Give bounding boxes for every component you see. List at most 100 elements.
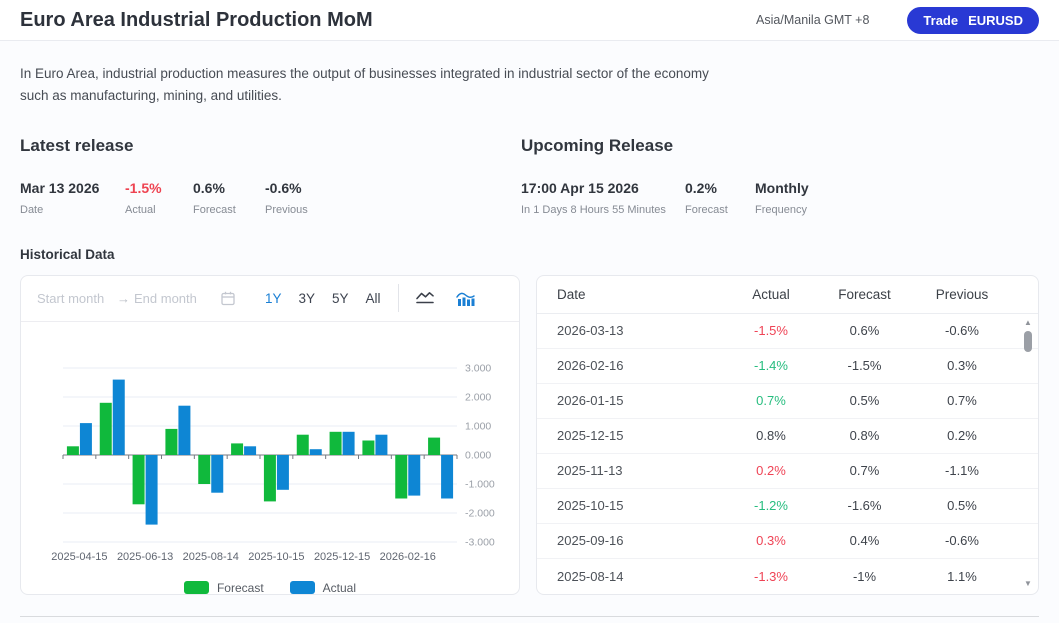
bar-actual-2026-03-13[interactable] [441, 455, 453, 499]
y-tick-label: -3.000 [465, 536, 495, 548]
table-row: 2025-10-15-1.2%-1.6%0.5% [537, 489, 1038, 524]
end-month-input[interactable] [134, 291, 214, 306]
legend-item-forecast[interactable]: Forecast [184, 581, 264, 595]
row-previous: -0.6% [912, 323, 1012, 338]
start-month-input[interactable] [37, 291, 117, 306]
range-button-1y[interactable]: 1Y [264, 289, 283, 308]
calendar-icon[interactable] [220, 290, 236, 306]
latest-date-label: Date [20, 204, 125, 216]
legend-item-actual[interactable]: Actual [290, 581, 356, 595]
range-button-3y[interactable]: 3Y [298, 289, 317, 308]
bar-actual-2026-02-16[interactable] [408, 455, 420, 496]
row-forecast: 0.4% [817, 533, 912, 548]
bar-actual-2025-12-15[interactable] [343, 432, 355, 455]
bar-forecast-2025-08-14[interactable] [198, 455, 210, 484]
x-tick-label: 2025-06-13 [117, 551, 173, 563]
indicator-description: In Euro Area, industrial production meas… [20, 41, 710, 107]
table-row: 2025-11-130.2%0.7%-1.1% [537, 454, 1038, 489]
row-forecast: 0.5% [817, 393, 912, 408]
trade-button-symbol: EURUSD [968, 13, 1023, 28]
x-tick-label: 2025-10-15 [248, 551, 304, 563]
trade-button[interactable]: Trade EURUSD [907, 7, 1039, 34]
latest-actual-label: Actual [125, 204, 193, 216]
top-header: Euro Area Industrial Production MoM Asia… [0, 0, 1059, 41]
table-header-row: Date Actual Forecast Previous [537, 276, 1038, 314]
upcoming-frequency-value: Monthly [755, 180, 809, 196]
row-previous: 0.2% [912, 428, 1012, 443]
latest-previous-value: -0.6% [265, 180, 308, 196]
bar-forecast-2025-04-15[interactable] [67, 446, 79, 455]
bar-actual-2025-10-15[interactable] [277, 455, 289, 490]
row-forecast: 0.7% [817, 463, 912, 478]
historical-chart-card: → 1Y3Y5YAll [20, 275, 520, 595]
chart-legend: Forecast Actual [21, 576, 519, 600]
bar-actual-2025-09-16[interactable] [244, 446, 256, 455]
bar-actual-2025-08-14[interactable] [211, 455, 223, 493]
bar-actual-2026-01-15[interactable] [375, 434, 387, 454]
range-button-all[interactable]: All [365, 289, 382, 308]
upcoming-forecast-label: Forecast [685, 204, 755, 216]
upcoming-forecast: 0.2% Forecast [685, 180, 755, 216]
table-scrollbar[interactable]: ▲ ▼ [1022, 318, 1034, 589]
legend-swatch-forecast [184, 581, 209, 594]
bar-forecast-2025-11-13[interactable] [297, 434, 309, 454]
bar-forecast-2025-07-15[interactable] [165, 429, 177, 455]
line-chart-icon[interactable] [415, 290, 435, 306]
row-actual: -1.5% [725, 323, 817, 338]
latest-forecast-label: Forecast [193, 204, 265, 216]
row-actual: -1.2% [725, 498, 817, 513]
historical-table-card: Date Actual Forecast Previous 2026-03-13… [536, 275, 1039, 595]
latest-date-value: Mar 13 2026 [20, 180, 125, 196]
table-row: 2025-09-160.3%0.4%-0.6% [537, 524, 1038, 559]
table-row: 2026-02-16-1.4%-1.5%0.3% [537, 349, 1038, 384]
historical-data-heading: Historical Data [20, 247, 1039, 262]
bar-chart-icon[interactable] [455, 290, 476, 307]
y-tick-label: -2.000 [465, 507, 495, 519]
upcoming-frequency: Monthly Frequency [755, 180, 809, 216]
row-actual: 0.8% [725, 428, 817, 443]
bar-actual-2025-07-15[interactable] [178, 405, 190, 454]
release-summary: Latest release Mar 13 2026 Date -1.5% Ac… [20, 136, 1039, 216]
bar-forecast-2025-06-13[interactable] [133, 455, 145, 504]
bar-actual-2025-05-15[interactable] [113, 379, 125, 454]
upcoming-release-section: Upcoming Release 17:00 Apr 15 2026 In 1 … [521, 136, 1039, 216]
latest-actual: -1.5% Actual [125, 180, 193, 216]
timezone-label: Asia/Manila GMT +8 [756, 13, 869, 27]
scrollbar-down-icon[interactable]: ▼ [1022, 579, 1034, 589]
row-forecast: -1.6% [817, 498, 912, 513]
upcoming-datetime: 17:00 Apr 15 2026 In 1 Days 8 Hours 55 M… [521, 180, 685, 216]
row-actual: 0.2% [725, 463, 817, 478]
row-date: 2025-09-16 [557, 533, 725, 548]
y-tick-label: 3.000 [465, 362, 491, 374]
upcoming-frequency-label: Frequency [755, 204, 809, 216]
x-tick-label: 2026-02-16 [380, 551, 436, 563]
bar-forecast-2025-12-15[interactable] [330, 432, 342, 455]
bar-actual-2025-11-13[interactable] [310, 449, 322, 455]
row-actual: 0.3% [725, 533, 817, 548]
upcoming-datetime-value: 17:00 Apr 15 2026 [521, 180, 685, 196]
row-previous: 1.1% [912, 569, 1012, 584]
bar-actual-2025-04-15[interactable] [80, 423, 92, 455]
row-date: 2025-08-14 [557, 569, 725, 584]
table-body: 2026-03-13-1.5%0.6%-0.6%2026-02-16-1.4%-… [537, 314, 1038, 594]
bar-forecast-2026-02-16[interactable] [395, 455, 407, 499]
bar-forecast-2025-09-16[interactable] [231, 443, 243, 455]
scrollbar-thumb[interactable] [1024, 331, 1032, 352]
bar-actual-2025-06-13[interactable] [146, 455, 158, 525]
row-previous: 0.3% [912, 358, 1012, 373]
upcoming-release-heading: Upcoming Release [521, 136, 1039, 156]
range-buttons: 1Y 3Y 5Y All [264, 289, 382, 308]
bar-forecast-2026-01-15[interactable] [362, 440, 374, 455]
latest-forecast-value: 0.6% [193, 180, 265, 196]
x-tick-label: 2025-04-15 [51, 551, 107, 563]
row-date: 2025-10-15 [557, 498, 725, 513]
row-previous: -1.1% [912, 463, 1012, 478]
trade-button-label: Trade [923, 13, 958, 28]
bar-forecast-2026-03-13[interactable] [428, 437, 440, 454]
scrollbar-up-icon[interactable]: ▲ [1022, 318, 1034, 328]
range-button-5y[interactable]: 5Y [331, 289, 350, 308]
bar-forecast-2025-05-15[interactable] [100, 403, 112, 455]
bar-forecast-2025-10-15[interactable] [264, 455, 276, 501]
row-previous: -0.6% [912, 533, 1012, 548]
row-actual: -1.4% [725, 358, 817, 373]
